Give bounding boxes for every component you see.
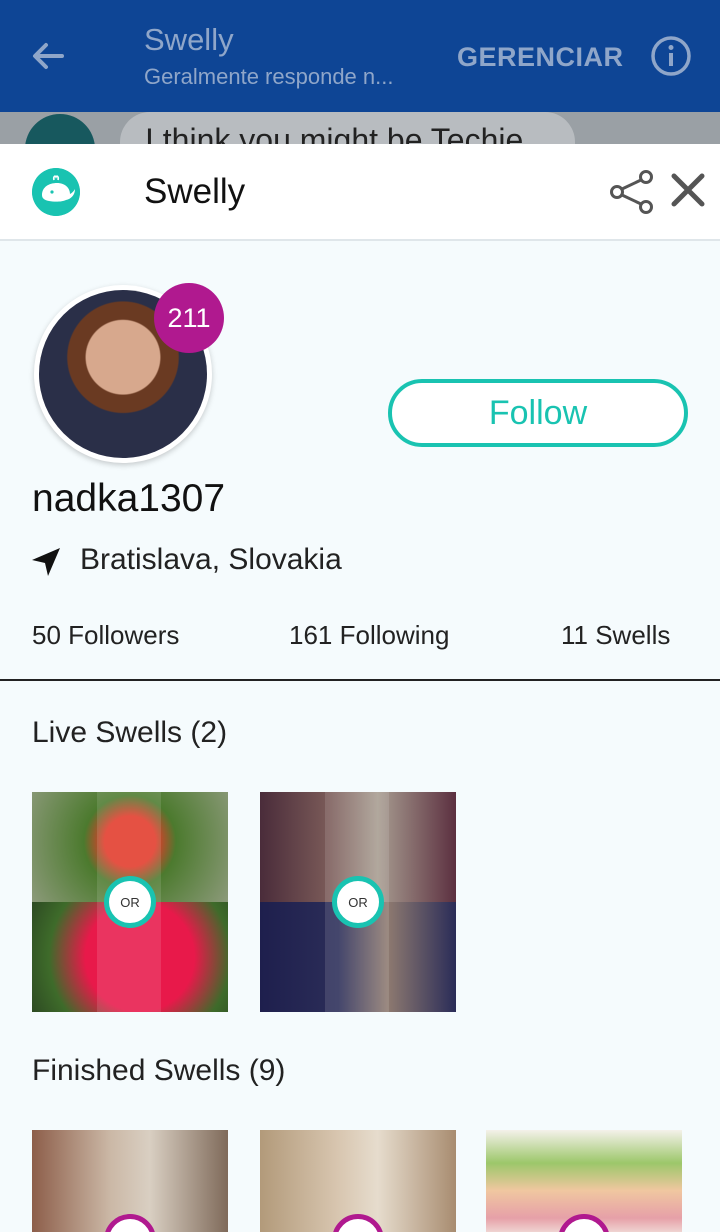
- profile-section: 211 Follow nadka1307 Bratislava, Slovaki…: [0, 241, 720, 681]
- finished-swell-3[interactable]: [486, 1130, 682, 1232]
- or-badge: [104, 1214, 156, 1232]
- or-badge: [332, 1214, 384, 1232]
- score-badge: 211: [154, 283, 224, 353]
- swelly-logo-icon: [32, 168, 80, 216]
- location-text: Bratislava, Slovakia: [80, 543, 342, 576]
- chat-title: Swelly: [144, 22, 234, 57]
- message-text: I think you might be Techie: [145, 122, 524, 144]
- back-arrow-icon[interactable]: [28, 36, 68, 76]
- live-swells-title: Live Swells (2): [32, 716, 228, 749]
- finished-swells-title: Finished Swells (9): [32, 1054, 286, 1087]
- sheet-title: Swelly: [144, 172, 246, 211]
- finished-swell-1[interactable]: [32, 1130, 228, 1232]
- chat-app-bar: Swelly Geralmente responde n... GERENCIA…: [0, 0, 720, 112]
- username: nadka1307: [32, 477, 226, 520]
- chat-titles: Swelly Geralmente responde n...: [144, 22, 393, 90]
- or-badge: OR: [104, 876, 156, 928]
- finished-swell-2[interactable]: [260, 1130, 456, 1232]
- share-icon[interactable]: [608, 168, 656, 216]
- following-count[interactable]: 161 Following: [289, 620, 449, 651]
- live-swell-1[interactable]: OR: [32, 792, 228, 1012]
- sheet-header: Swelly: [0, 144, 720, 241]
- chat-subtitle: Geralmente responde n...: [144, 64, 394, 89]
- follow-button[interactable]: Follow: [388, 379, 688, 447]
- or-badge: OR: [332, 876, 384, 928]
- chat-background: I think you might be Techie: [0, 112, 720, 144]
- followers-count[interactable]: 50 Followers: [32, 620, 179, 651]
- bot-avatar: [25, 114, 95, 144]
- or-badge: [558, 1214, 610, 1232]
- swells-count[interactable]: 11 Swells: [561, 620, 670, 651]
- info-icon[interactable]: [650, 35, 692, 77]
- close-icon[interactable]: [668, 170, 708, 210]
- manage-button[interactable]: GERENCIAR: [457, 42, 624, 73]
- location-arrow-icon: [32, 548, 60, 576]
- live-swell-2[interactable]: OR: [260, 792, 456, 1012]
